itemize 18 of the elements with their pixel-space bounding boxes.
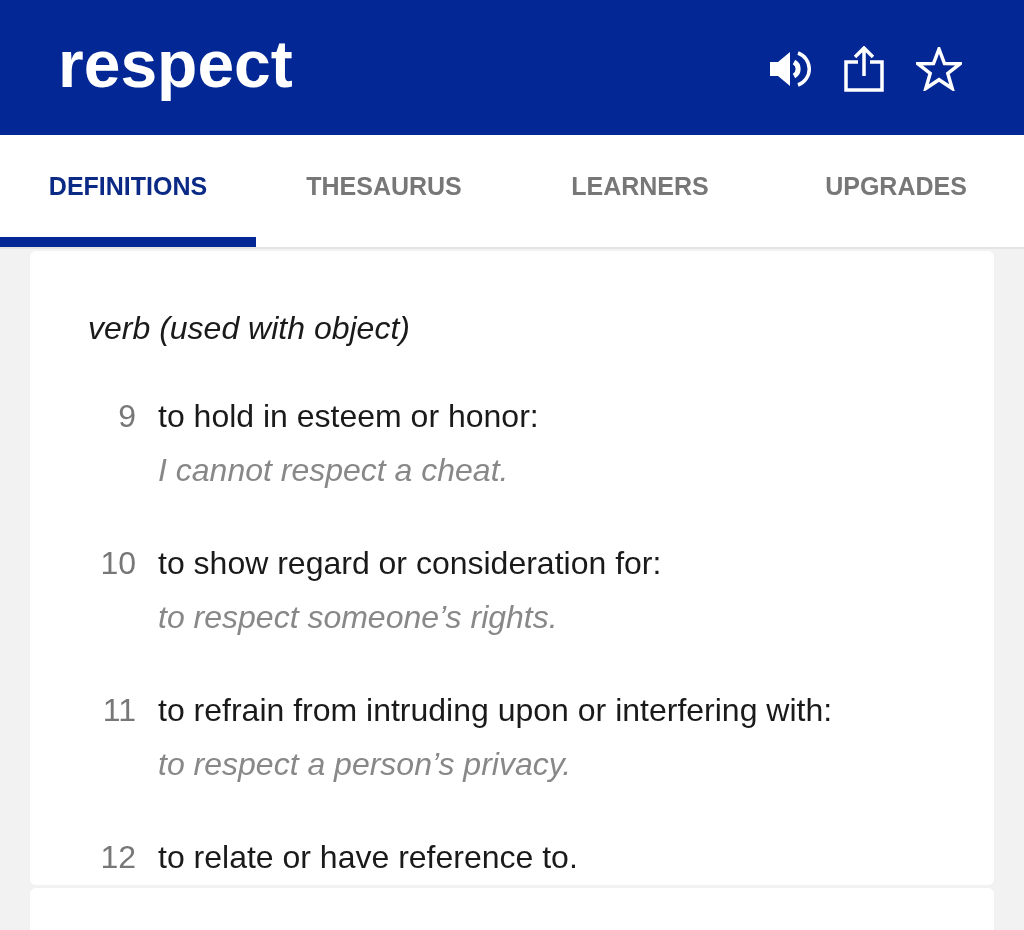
word-title: respect — [58, 30, 293, 103]
tab[interactable]: UPGRADES — [768, 135, 1024, 247]
definition-number: 12 — [99, 838, 136, 877]
definition-number: 10 — [99, 544, 136, 583]
part-of-speech: verb (used with object) — [88, 309, 411, 348]
definition-text: to refrain from intruding upon or interfering with: — [158, 691, 833, 730]
tab[interactable]: LEARNERS — [512, 135, 768, 247]
definition-text: to relate or have reference to. — [158, 838, 578, 877]
definition-text: to hold in esteem or honor: — [158, 397, 539, 436]
example-sentence: to respect someone’s rights. — [158, 598, 559, 637]
star-icon[interactable] — [916, 46, 962, 91]
share-icon[interactable] — [844, 45, 884, 92]
example-sentence: to respect a person’s privacy. — [158, 745, 573, 784]
definition-text: to show regard or consideration for: — [158, 544, 662, 583]
tab[interactable]: THESAURUS — [256, 135, 512, 247]
definition-number: 11 — [101, 691, 136, 730]
definition-number: 9 — [117, 397, 136, 436]
example-sentence: I cannot respect a cheat. — [158, 451, 510, 490]
